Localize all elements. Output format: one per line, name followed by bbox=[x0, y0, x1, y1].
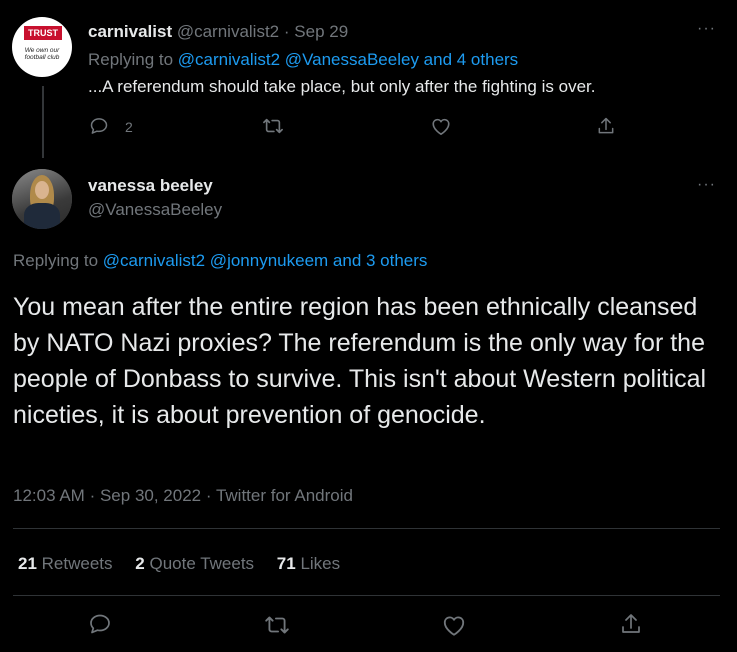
main-handle[interactable]: @VanessaBeeley bbox=[88, 200, 222, 220]
engagement-stats: 21 Retweets 2 Quote Tweets 71 Likes bbox=[18, 554, 340, 574]
likes-count: 71 bbox=[276, 554, 296, 573]
main-action-share-icon[interactable] bbox=[619, 611, 643, 637]
reply-handle[interactable]: @carnivalist2 bbox=[177, 22, 279, 41]
main-more-button[interactable]: ··· bbox=[697, 176, 716, 194]
reply-separator: · bbox=[283, 22, 290, 41]
divider-bottom bbox=[13, 595, 720, 596]
main-tweet-text: You mean after the entire region has bee… bbox=[13, 293, 707, 429]
divider-top bbox=[13, 528, 720, 529]
quotes-stat[interactable]: 2 Quote Tweets bbox=[135, 554, 259, 573]
main-display-name[interactable]: vanessa beeley bbox=[88, 176, 213, 196]
avatar-logo-badge: TRUST bbox=[24, 26, 62, 40]
main-date[interactable]: Sep 30, 2022 bbox=[100, 486, 201, 505]
main-source-separator: · bbox=[205, 486, 212, 505]
main-time[interactable]: 12:03 AM bbox=[13, 486, 85, 505]
reply-replying-handles[interactable]: @carnivalist2 @VanessaBeeley and 4 other… bbox=[178, 50, 518, 69]
reply-replying-to: Replying to @carnivalist2 @VanessaBeeley… bbox=[88, 50, 518, 70]
reply-more-button[interactable]: ··· bbox=[697, 20, 716, 38]
reply-date[interactable]: Sep 29 bbox=[294, 22, 348, 41]
main-action-reply-icon[interactable] bbox=[88, 612, 112, 636]
avatar-logo-caption: We own our football club bbox=[24, 47, 60, 61]
thread-line bbox=[42, 86, 44, 158]
reply-display-name[interactable]: carnivalist bbox=[88, 22, 172, 41]
reply-action-retweet-icon[interactable] bbox=[262, 116, 284, 136]
quotes-count: 2 bbox=[135, 554, 145, 573]
main-source[interactable]: Twitter for Android bbox=[216, 486, 353, 505]
likes-label: Likes bbox=[300, 554, 341, 573]
avatar-photo-face bbox=[35, 181, 49, 199]
retweets-stat[interactable]: 21 Retweets bbox=[18, 554, 117, 573]
reply-text: ...A referendum should take place, but o… bbox=[88, 77, 596, 96]
main-timestamp: 12:03 AM · Sep 30, 2022 · Twitter for An… bbox=[13, 486, 353, 506]
avatar-photo-body bbox=[24, 203, 60, 229]
reply-action-reply-icon[interactable] bbox=[89, 116, 109, 136]
likes-stat[interactable]: 71 Likes bbox=[277, 554, 340, 573]
main-action-retweet-icon[interactable] bbox=[264, 613, 290, 637]
reply-action-share-icon[interactable] bbox=[596, 115, 616, 137]
quotes-label: Quote Tweets bbox=[149, 554, 255, 573]
main-time-separator: · bbox=[89, 486, 96, 505]
main-action-heart-icon[interactable] bbox=[441, 613, 467, 637]
reply-header: carnivalist @carnivalist2 · Sep 29 bbox=[88, 22, 348, 42]
carnivalist-avatar[interactable]: TRUST We own our football club bbox=[12, 17, 72, 77]
reply-replying-prefix: Replying to bbox=[88, 50, 174, 69]
main-replying-prefix: Replying to bbox=[13, 251, 99, 270]
vanessa-avatar[interactable] bbox=[12, 169, 72, 229]
retweets-label: Retweets bbox=[41, 554, 113, 573]
reply-action-heart-icon[interactable] bbox=[430, 116, 452, 136]
main-replying-to: Replying to @carnivalist2 @jonnynukeem a… bbox=[13, 251, 427, 271]
reply-count: 2 bbox=[125, 119, 133, 135]
retweets-count: 21 bbox=[18, 554, 37, 573]
main-replying-handles[interactable]: @carnivalist2 @jonnynukeem and 3 others bbox=[103, 251, 428, 270]
